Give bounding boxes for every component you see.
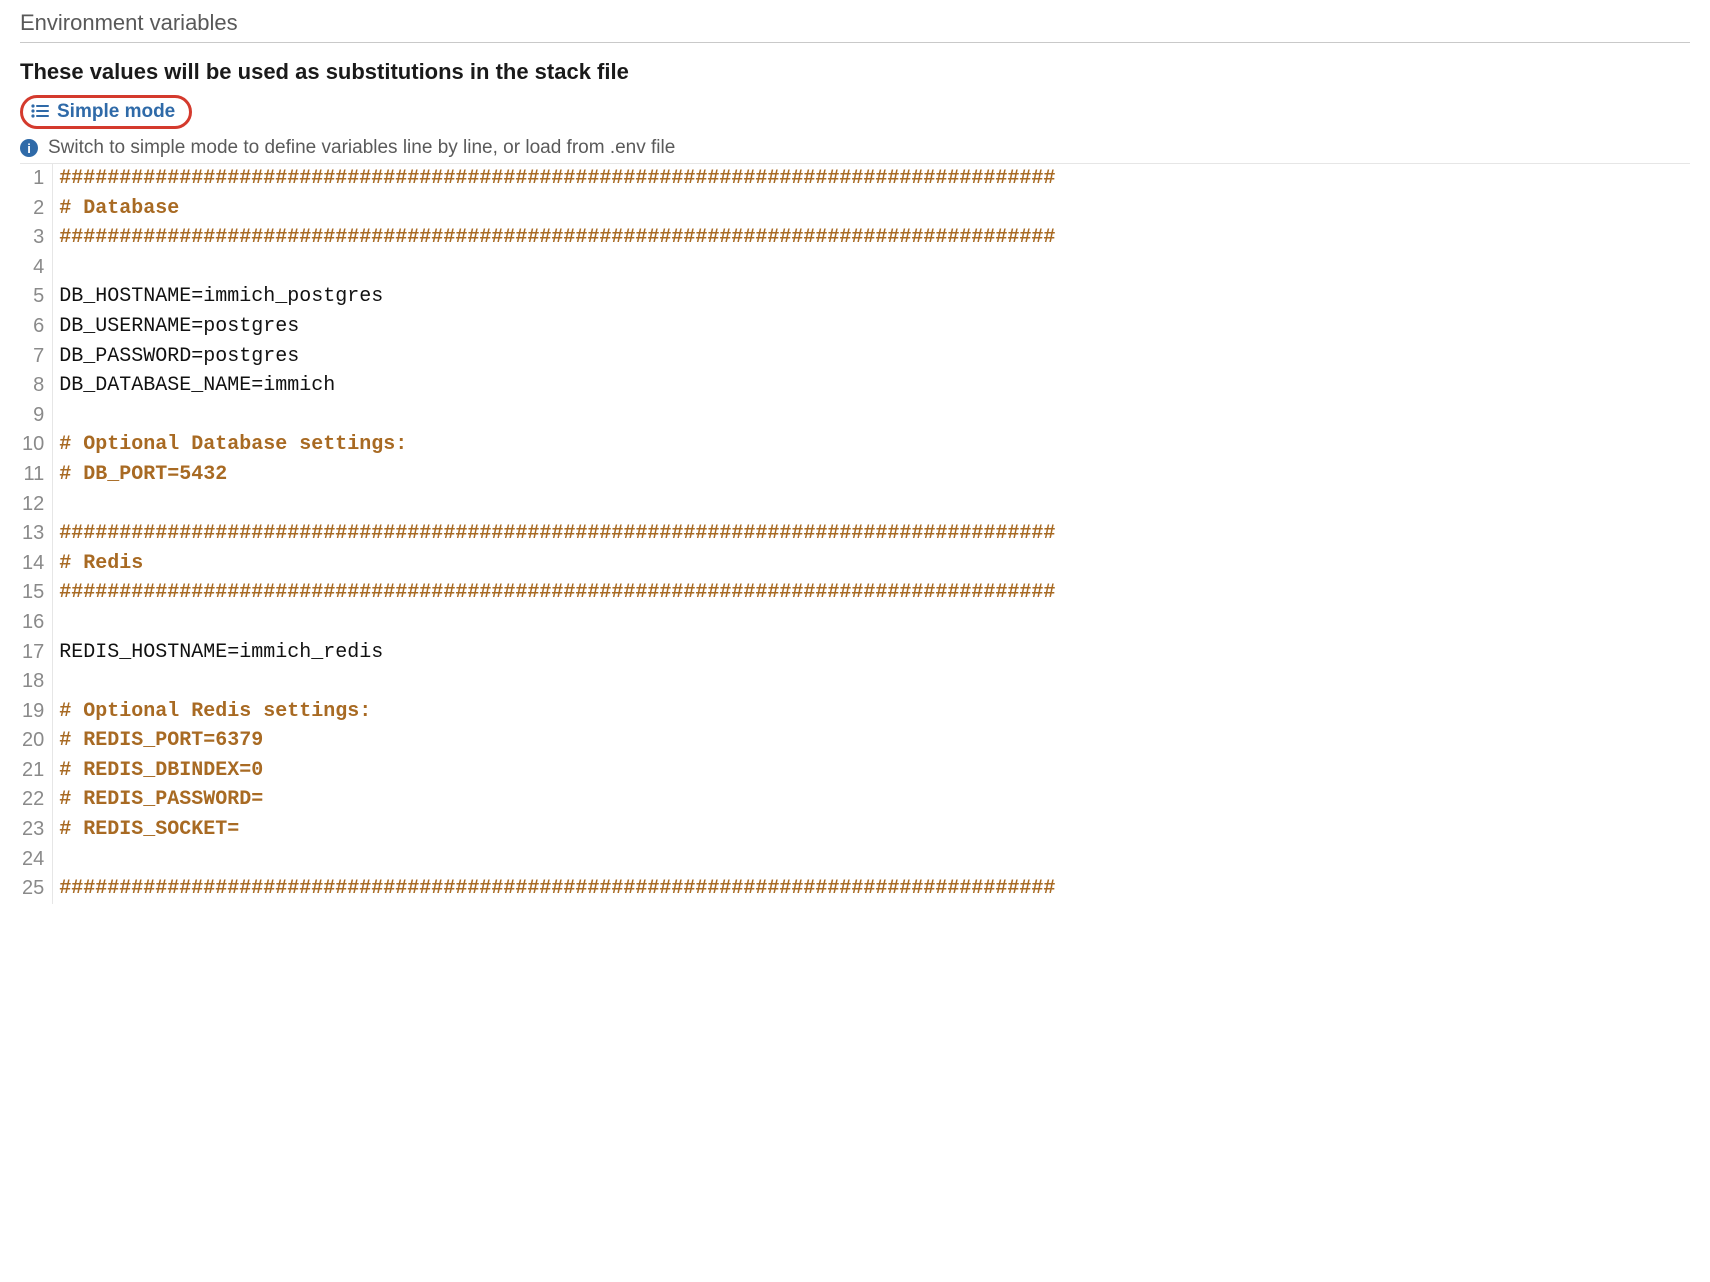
line-number: 25 [20, 874, 46, 904]
code-line[interactable]: # REDIS_SOCKET= [59, 815, 1690, 845]
line-number: 10 [20, 430, 46, 460]
line-number: 4 [20, 253, 46, 283]
code-area[interactable]: ########################################… [53, 164, 1690, 904]
line-number: 5 [20, 282, 46, 312]
code-line[interactable] [59, 845, 1690, 875]
code-line[interactable]: DB_USERNAME=postgres [59, 312, 1690, 342]
line-number: 24 [20, 845, 46, 875]
line-number: 14 [20, 549, 46, 579]
code-line[interactable] [59, 667, 1690, 697]
simple-mode-button[interactable]: Simple mode [31, 101, 175, 123]
line-number: 6 [20, 312, 46, 342]
line-number: 21 [20, 756, 46, 786]
code-line[interactable] [59, 401, 1690, 431]
code-line[interactable]: DB_PASSWORD=postgres [59, 342, 1690, 372]
line-number: 22 [20, 785, 46, 815]
line-number: 13 [20, 519, 46, 549]
line-number: 12 [20, 490, 46, 520]
line-number: 3 [20, 223, 46, 253]
line-number: 2 [20, 194, 46, 224]
code-line[interactable] [59, 490, 1690, 520]
code-line[interactable]: ########################################… [59, 164, 1690, 194]
code-line[interactable]: REDIS_HOSTNAME=immich_redis [59, 638, 1690, 668]
simple-mode-label: Simple mode [57, 101, 175, 123]
code-line[interactable]: # DB_PORT=5432 [59, 460, 1690, 490]
line-number: 23 [20, 815, 46, 845]
line-number: 19 [20, 697, 46, 727]
line-number: 15 [20, 578, 46, 608]
code-line[interactable]: ########################################… [59, 578, 1690, 608]
code-editor[interactable]: 1234567891011121314151617181920212223242… [20, 163, 1690, 904]
code-line[interactable]: DB_DATABASE_NAME=immich [59, 371, 1690, 401]
line-number: 9 [20, 401, 46, 431]
annotation-highlight: Simple mode [20, 95, 192, 129]
line-number: 7 [20, 342, 46, 372]
section-subtitle: These values will be used as substitutio… [20, 59, 1690, 85]
code-line[interactable] [59, 253, 1690, 283]
line-number: 8 [20, 371, 46, 401]
info-banner: i Switch to simple mode to define variab… [20, 137, 1690, 159]
section-title: Environment variables [20, 10, 1690, 43]
line-number: 11 [20, 460, 46, 490]
list-icon [31, 103, 49, 122]
code-line[interactable]: # Redis [59, 549, 1690, 579]
code-line[interactable]: # REDIS_PORT=6379 [59, 726, 1690, 756]
code-line[interactable]: ########################################… [59, 874, 1690, 904]
line-number: 20 [20, 726, 46, 756]
line-number: 17 [20, 638, 46, 668]
code-line[interactable]: ########################################… [59, 519, 1690, 549]
line-number: 1 [20, 164, 46, 194]
line-gutter: 1234567891011121314151617181920212223242… [20, 164, 53, 904]
code-line[interactable]: # Database [59, 194, 1690, 224]
info-icon: i [20, 139, 38, 157]
code-line[interactable]: ########################################… [59, 223, 1690, 253]
line-number: 16 [20, 608, 46, 638]
code-line[interactable]: # REDIS_PASSWORD= [59, 785, 1690, 815]
info-text: Switch to simple mode to define variable… [48, 137, 675, 159]
code-line[interactable]: # Optional Redis settings: [59, 697, 1690, 727]
code-line[interactable]: DB_HOSTNAME=immich_postgres [59, 282, 1690, 312]
code-line[interactable] [59, 608, 1690, 638]
code-line[interactable]: # Optional Database settings: [59, 430, 1690, 460]
line-number: 18 [20, 667, 46, 697]
code-line[interactable]: # REDIS_DBINDEX=0 [59, 756, 1690, 786]
